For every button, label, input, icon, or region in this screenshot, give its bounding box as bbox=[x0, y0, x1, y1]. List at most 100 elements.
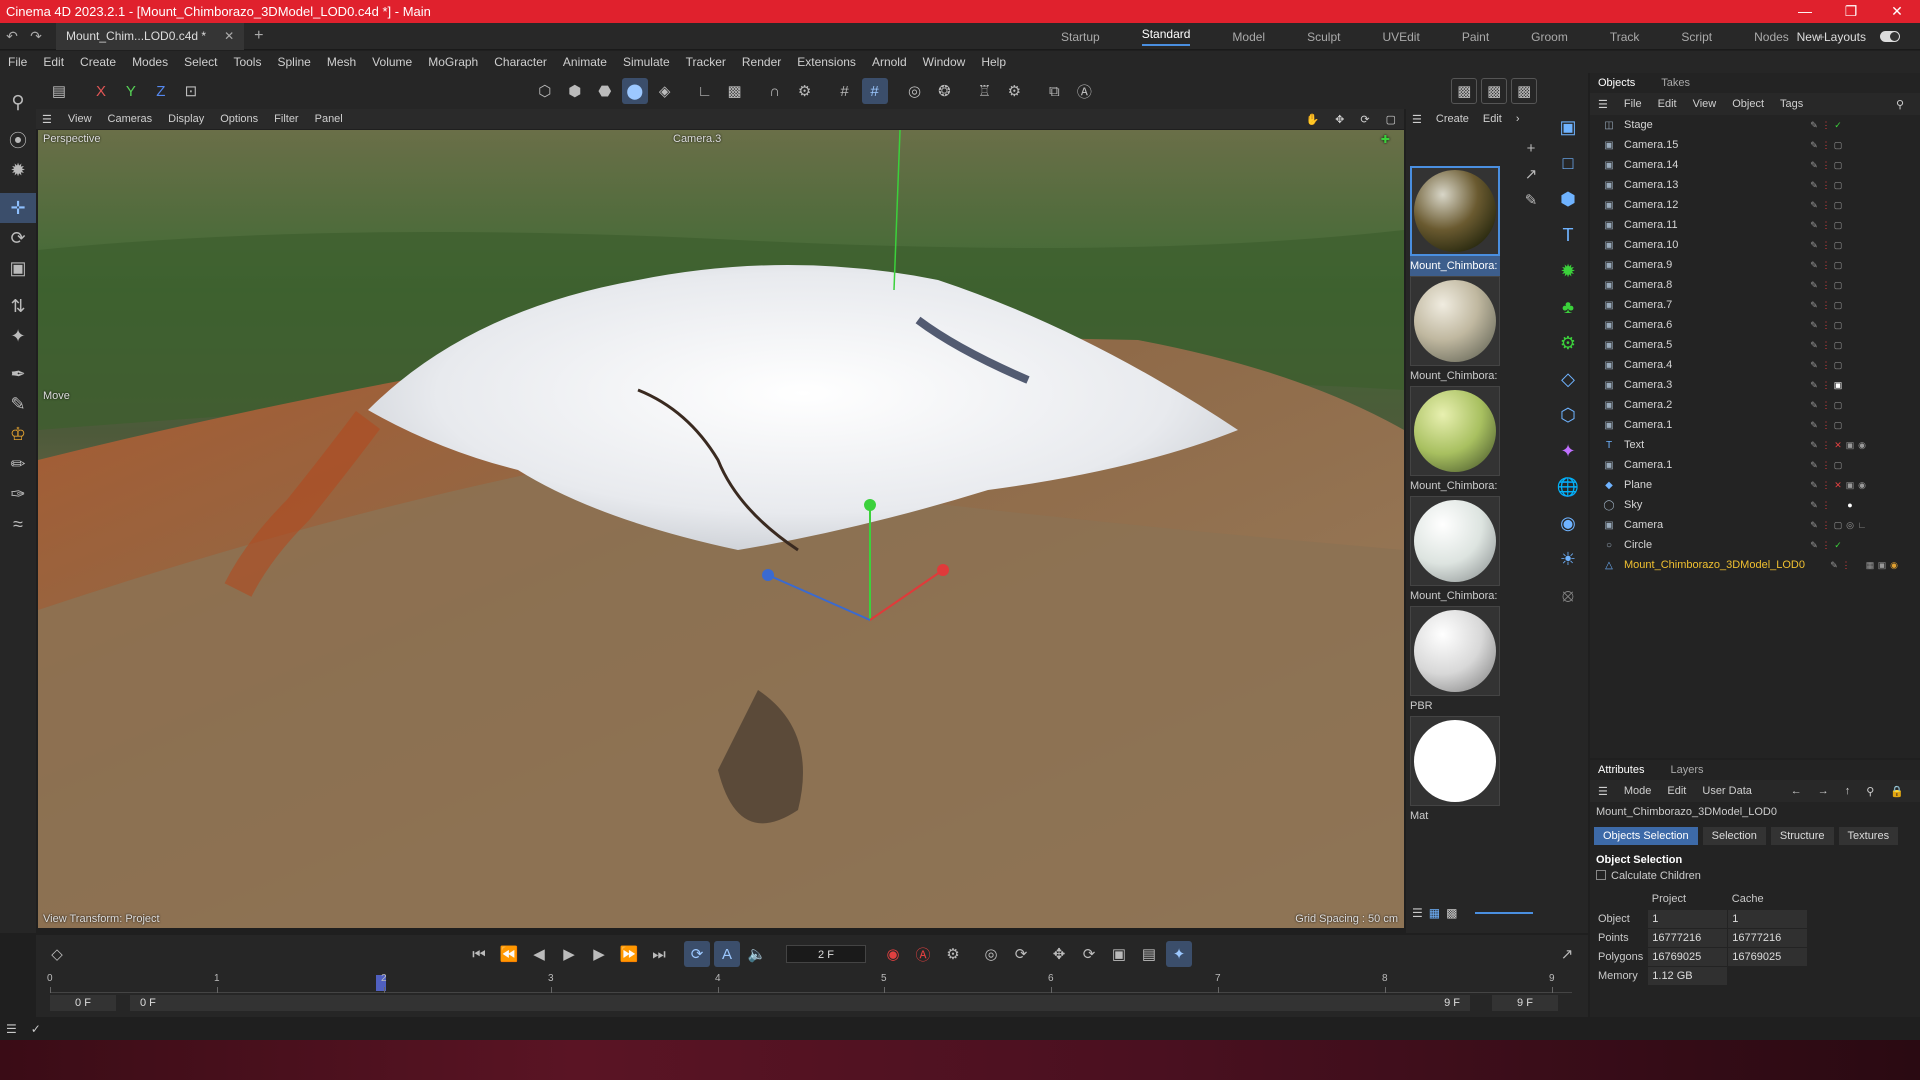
coordinate-system-icon[interactable]: ⊡ bbox=[178, 78, 204, 104]
key-scale-icon[interactable]: ▣ bbox=[1106, 941, 1132, 967]
go-to-start-icon[interactable]: ⏮ bbox=[466, 941, 492, 967]
keyframe-settings-icon[interactable]: ⚙ bbox=[940, 941, 966, 967]
object-row[interactable]: ▣ Camera.13 ✎ ⋮ ▢ bbox=[1590, 175, 1920, 195]
render-picture-viewer-icon[interactable]: ▩ bbox=[1451, 78, 1478, 104]
tag-icon[interactable]: ⦻ bbox=[1548, 577, 1588, 613]
brush-tool-icon[interactable]: ✏ bbox=[0, 449, 36, 479]
auto-keyframe-mode-icon[interactable]: A bbox=[714, 941, 740, 967]
live-selection-icon[interactable]: ⦿ bbox=[0, 125, 36, 155]
cloner-icon[interactable]: ♣ bbox=[1548, 289, 1588, 325]
material-swatch[interactable]: Mount_Chimbora: bbox=[1410, 386, 1500, 496]
menu-spline[interactable]: Spline bbox=[277, 55, 310, 69]
menu-help[interactable]: Help bbox=[981, 55, 1006, 69]
object-row[interactable]: ▣ Camera ✎ ⋮ ▢ ◎ ∟ bbox=[1590, 515, 1920, 535]
key-point-level-icon[interactable]: ✦ bbox=[1166, 941, 1192, 967]
material-swatch[interactable]: Mount_Chimbora: bbox=[1410, 276, 1500, 386]
layout-paint[interactable]: Paint bbox=[1462, 30, 1489, 44]
checkbox-box[interactable] bbox=[1596, 870, 1606, 880]
timeline-ruler[interactable]: 0 1 2 3 4 5 6 7 8 9 bbox=[47, 973, 1572, 993]
list-view-icon[interactable]: ☰ bbox=[1412, 906, 1423, 920]
tab-objects[interactable]: Objects bbox=[1598, 77, 1635, 89]
camera-view-icon[interactable]: ▣ bbox=[1548, 109, 1588, 145]
undo-icon[interactable]: ↶ bbox=[0, 28, 24, 45]
layout-model[interactable]: Model bbox=[1232, 30, 1265, 44]
large-view-icon[interactable]: ▩ bbox=[1446, 906, 1457, 920]
environment-icon[interactable]: 🌐 bbox=[1548, 469, 1588, 505]
material-hamburger-icon[interactable]: ☰ bbox=[1412, 113, 1422, 126]
close-icon[interactable]: ✕ bbox=[1874, 3, 1920, 20]
lock-icon[interactable]: 🔒 bbox=[1890, 785, 1904, 798]
menu-character[interactable]: Character bbox=[494, 55, 547, 69]
up-arrow-icon[interactable]: ↑ bbox=[1845, 785, 1851, 797]
object-row[interactable]: ▣ Camera.7 ✎ ⋮ ▢ bbox=[1590, 295, 1920, 315]
close-tab-icon[interactable]: ✕ bbox=[224, 29, 234, 43]
menu-simulate[interactable]: Simulate bbox=[623, 55, 670, 69]
new-document-icon[interactable]: + bbox=[254, 27, 263, 45]
objects-menu-view[interactable]: View bbox=[1693, 98, 1717, 110]
viewport-hamburger-icon[interactable]: ☰ bbox=[42, 113, 52, 126]
layout-standard[interactable]: Standard bbox=[1141, 27, 1191, 46]
tab-layers[interactable]: Layers bbox=[1670, 764, 1703, 776]
object-row[interactable]: ▣ Camera.15 ✎ ⋮ ▢ bbox=[1590, 135, 1920, 155]
apply-material-icon[interactable]: ↗ bbox=[1518, 161, 1544, 187]
objects-search-icon[interactable]: ⚲ bbox=[1896, 98, 1904, 111]
key-position-icon[interactable]: ✥ bbox=[1046, 941, 1072, 967]
solo-settings-icon[interactable]: ❂ bbox=[931, 78, 957, 104]
texture-mode-icon[interactable]: ▩ bbox=[722, 78, 748, 104]
key-rotation-icon[interactable]: ⟳ bbox=[1076, 941, 1102, 967]
material-swatch[interactable]: Mat bbox=[1410, 716, 1500, 826]
menu-arnold[interactable]: Arnold bbox=[872, 55, 907, 69]
field-icon[interactable]: ⬡ bbox=[1548, 397, 1588, 433]
object-row[interactable]: ▣ Camera.12 ✎ ⋮ ▢ bbox=[1590, 195, 1920, 215]
spline-icon[interactable]: ✦ bbox=[1548, 433, 1588, 469]
move-view-icon[interactable]: ✥ bbox=[1335, 113, 1344, 126]
object-row[interactable]: ▣ Camera.1 ✎ ⋮ ▢ bbox=[1590, 455, 1920, 475]
tab-attributes[interactable]: Attributes bbox=[1598, 764, 1644, 776]
attributes-menu-edit[interactable]: Edit bbox=[1667, 785, 1686, 797]
objects-hamburger-icon[interactable]: ☰ bbox=[1598, 98, 1608, 111]
attributes-search-icon[interactable]: ⚲ bbox=[1866, 785, 1874, 798]
end-frame-field[interactable]: 9 F bbox=[1492, 995, 1558, 1011]
keyframe-diamond-icon[interactable]: ◇ bbox=[44, 941, 70, 967]
rotate-view-icon[interactable]: ⟳ bbox=[1360, 113, 1369, 126]
attributes-hamburger-icon[interactable]: ☰ bbox=[1598, 785, 1608, 798]
edit-material-icon[interactable]: ✎ bbox=[1518, 187, 1544, 213]
menu-mesh[interactable]: Mesh bbox=[327, 55, 356, 69]
material-menu-edit[interactable]: Edit bbox=[1483, 113, 1502, 125]
viewport-menu-filter[interactable]: Filter bbox=[274, 113, 298, 125]
spline-smooth-icon[interactable]: ♔ bbox=[0, 419, 36, 449]
go-to-end-icon[interactable]: ⏭ bbox=[646, 941, 672, 967]
redo-icon[interactable]: ↷ bbox=[24, 28, 48, 45]
textures-button[interactable]: Textures bbox=[1838, 827, 1899, 845]
object-row[interactable]: ▣ Camera.11 ✎ ⋮ ▢ bbox=[1590, 215, 1920, 235]
pla-icon[interactable]: ⟳ bbox=[1008, 941, 1034, 967]
new-layouts-control[interactable]: New Layouts bbox=[1797, 23, 1900, 50]
menu-mograph[interactable]: MoGraph bbox=[428, 55, 478, 69]
effector-icon[interactable]: ⚙ bbox=[1548, 325, 1588, 361]
symmetry-icon[interactable]: ♖ bbox=[971, 78, 997, 104]
object-row[interactable]: ▣ Camera.14 ✎ ⋮ ▢ bbox=[1590, 155, 1920, 175]
material-swatch[interactable]: Mount_Chimbora: bbox=[1410, 496, 1500, 606]
snap-settings-icon[interactable]: ⚙ bbox=[792, 78, 818, 104]
transform-tool-icon[interactable]: ⇅ bbox=[0, 291, 36, 321]
edges-mode-icon[interactable]: ⬣ bbox=[592, 78, 618, 104]
objects-menu-file[interactable]: File bbox=[1624, 98, 1642, 110]
menu-modes[interactable]: Modes bbox=[132, 55, 168, 69]
object-row[interactable]: ◆ Plane ✎ ⋮ ✕ ▣ ◉ bbox=[1590, 475, 1920, 495]
menu-tools[interactable]: Tools bbox=[233, 55, 261, 69]
calculate-children-checkbox[interactable]: Calculate Children bbox=[1590, 866, 1920, 882]
grid-view-icon[interactable]: ▦ bbox=[1429, 906, 1440, 920]
grid-snap-icon[interactable]: # bbox=[861, 78, 888, 104]
layout-groom[interactable]: Groom bbox=[1531, 30, 1568, 44]
model-mode-icon[interactable]: ⬡ bbox=[532, 78, 558, 104]
layout-track[interactable]: Track bbox=[1610, 30, 1640, 44]
menu-animate[interactable]: Animate bbox=[563, 55, 607, 69]
lock-y-axis-button[interactable]: Y bbox=[118, 78, 144, 104]
workplane-icon[interactable]: # bbox=[832, 78, 858, 104]
object-row[interactable]: ◫ Stage ✎ ⋮ ✓ bbox=[1590, 115, 1920, 135]
spline-pen-icon[interactable]: ✒ bbox=[0, 359, 36, 389]
record-active-icon[interactable]: ◉ bbox=[880, 941, 906, 967]
objects-menu-object[interactable]: Object bbox=[1732, 98, 1764, 110]
material-menu-create[interactable]: Create bbox=[1436, 113, 1469, 125]
viewport-menu-display[interactable]: Display bbox=[168, 113, 204, 125]
